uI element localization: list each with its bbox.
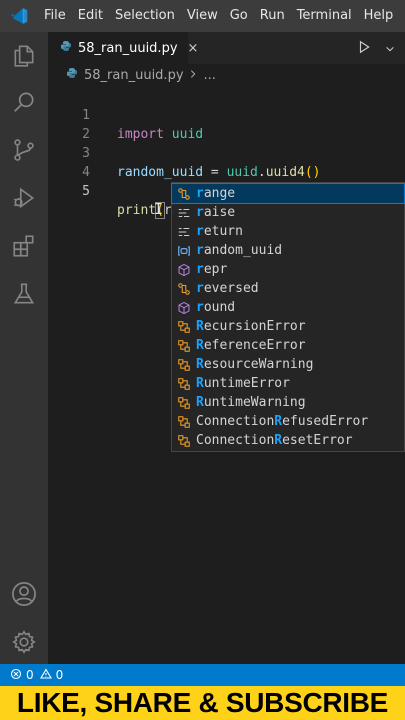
code-line: 3 random_uuid = uuid.uuid4(): [48, 125, 405, 180]
suggestion-label: ReferenceError: [196, 338, 306, 353]
suggestion-item[interactable]: random_uuid: [172, 241, 404, 260]
suggestion-item[interactable]: range: [171, 183, 405, 204]
manage-gear-icon[interactable]: [0, 618, 48, 666]
function-call: print: [117, 203, 157, 218]
editor-tabs: 58_ran_uuid.py ×: [48, 32, 405, 64]
code-line: 1 import uuid: [48, 87, 405, 142]
explorer-icon[interactable]: [0, 32, 48, 80]
menu-bar: File Edit Selection View Go Run Terminal…: [0, 0, 405, 32]
suggestion-item[interactable]: ConnectionRefusedError: [172, 412, 404, 431]
menu-file[interactable]: File: [38, 0, 72, 32]
suggestion-label: ConnectionResetError: [196, 433, 353, 448]
code-line: 2: [48, 106, 405, 142]
menu-terminal[interactable]: Terminal: [291, 0, 358, 32]
breadcrumb-more[interactable]: ...: [204, 68, 216, 83]
menu-selection[interactable]: Selection: [109, 0, 181, 32]
suggestion-item[interactable]: RuntimeError: [172, 374, 404, 393]
class-icon: [176, 395, 192, 411]
class-icon: [176, 338, 192, 354]
chevron-down-icon[interactable]: [385, 39, 395, 58]
run-file-icon[interactable]: [357, 39, 371, 58]
suggestion-item[interactable]: round: [172, 298, 404, 317]
menu-run[interactable]: Run: [254, 0, 291, 32]
code-line: 4: [48, 144, 405, 180]
warning-icon[interactable]: [39, 667, 52, 683]
menu-edit[interactable]: Edit: [72, 0, 109, 32]
suggestion-label: ResourceWarning: [196, 357, 314, 372]
suggestion-item[interactable]: ResourceWarning: [172, 355, 404, 374]
suggestion-label: round: [196, 300, 236, 315]
suggestion-label: RuntimeError: [196, 376, 290, 391]
tab-label: 58_ran_uuid.py: [78, 40, 178, 56]
suggestion-label: repr: [196, 262, 228, 277]
menu-view[interactable]: View: [181, 0, 224, 32]
suggestion-label: raise: [196, 205, 236, 220]
class-icon: [176, 357, 192, 373]
suggestion-item[interactable]: reversed: [172, 279, 404, 298]
menu-help[interactable]: Help: [358, 0, 400, 32]
suggestion-item[interactable]: RecursionError: [172, 317, 404, 336]
suggest-widget: range raise return random_uuidrepr reversed r…: [171, 182, 405, 452]
error-icon[interactable]: [10, 668, 22, 683]
method-icon: [176, 262, 192, 278]
tab-actions: [357, 32, 395, 64]
class-icon: [176, 433, 192, 449]
run-debug-icon[interactable]: [0, 174, 48, 222]
suggestion-label: RuntimeWarning: [196, 395, 306, 410]
suggestion-item[interactable]: ConnectionResetError: [172, 431, 404, 450]
suggestion-label: random_uuid: [196, 243, 283, 258]
python-file-icon: [60, 40, 72, 56]
mouse-ibeam-icon: I: [154, 200, 164, 218]
code-line-active: 5 print(r): [48, 163, 405, 219]
search-icon[interactable]: [0, 78, 48, 126]
class-icon: [176, 319, 192, 335]
breadcrumb: 58_ran_uuid.py ...: [48, 64, 405, 86]
suggestion-label: ConnectionRefusedError: [196, 414, 369, 429]
suggestion-item[interactable]: ReferenceError: [172, 336, 404, 355]
suggestion-item[interactable]: return: [172, 222, 404, 241]
suggestion-item[interactable]: raise: [172, 203, 404, 222]
accounts-icon[interactable]: [0, 570, 48, 618]
keyword-icon: [176, 205, 192, 221]
chevron-right-icon: [188, 68, 198, 83]
keyword-icon: [176, 224, 192, 240]
suggestion-label: reversed: [196, 281, 259, 296]
subscribe-banner: LIKE, SHARE & SUBSCRIBE: [0, 686, 405, 720]
error-count[interactable]: 0: [26, 668, 34, 682]
breadcrumb-file[interactable]: 58_ran_uuid.py: [84, 68, 184, 83]
suggestion-item[interactable]: repr: [172, 260, 404, 279]
status-bar: 0 0: [0, 664, 405, 686]
line-number: 5: [82, 184, 90, 199]
suggestion-label: RecursionError: [196, 319, 306, 334]
suggestion-label: range: [196, 186, 236, 201]
python-file-icon: [66, 67, 78, 83]
tab-58-ran-uuid[interactable]: 58_ran_uuid.py ×: [48, 32, 198, 64]
vscode-logo-icon: [0, 0, 38, 32]
suggestion-item[interactable]: RuntimeWarning: [172, 393, 404, 412]
suggestion-label: return: [196, 224, 243, 239]
function-icon: [176, 281, 192, 297]
function-icon: [176, 186, 192, 202]
class-icon: [176, 414, 192, 430]
tab-close-button[interactable]: ×: [188, 41, 199, 56]
method-icon: [176, 300, 192, 316]
warning-count[interactable]: 0: [56, 668, 64, 682]
testing-icon[interactable]: [0, 270, 48, 318]
variable-icon: [176, 243, 192, 259]
activity-bar: [0, 32, 48, 664]
menu-go[interactable]: Go: [224, 0, 254, 32]
class-icon: [176, 376, 192, 392]
extensions-icon[interactable]: [0, 222, 48, 270]
source-control-icon[interactable]: [0, 126, 48, 174]
